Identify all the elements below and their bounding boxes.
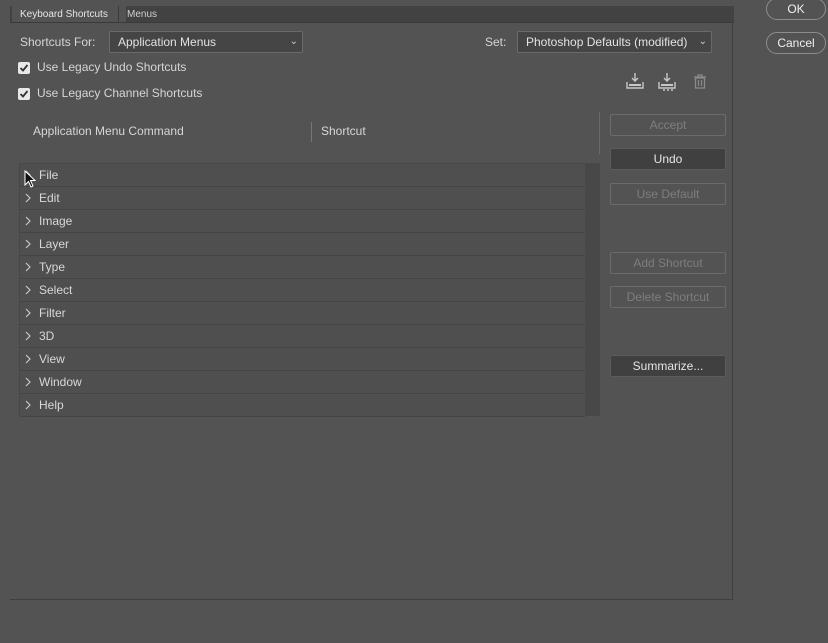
tab-keyboard-shortcuts[interactable]: Keyboard Shortcuts bbox=[12, 6, 126, 22]
column-command-header[interactable]: Application Menu Command bbox=[33, 124, 184, 138]
scrollbar[interactable] bbox=[584, 164, 599, 415]
list-item[interactable]: 3D bbox=[20, 325, 585, 348]
use-default-button[interactable]: Use Default bbox=[610, 183, 726, 205]
list-item-label: Type bbox=[39, 260, 66, 274]
shortcuts-for-label: Shortcuts For: bbox=[20, 35, 96, 49]
summarize-button[interactable]: Summarize... bbox=[610, 355, 726, 377]
tab-menus[interactable]: Menus bbox=[118, 6, 181, 22]
chevron-right-icon[interactable] bbox=[24, 331, 32, 341]
legacy-channel-label: Use Legacy Channel Shortcuts bbox=[37, 86, 203, 100]
chevron-right-icon[interactable] bbox=[24, 262, 32, 272]
list-item[interactable]: Filter bbox=[20, 302, 585, 325]
column-divider[interactable] bbox=[311, 122, 312, 142]
list-item[interactable]: Layer bbox=[20, 233, 585, 256]
set-value: Photoshop Defaults (modified) bbox=[526, 35, 688, 49]
list-item[interactable]: Edit bbox=[20, 187, 585, 210]
chevron-right-icon[interactable] bbox=[24, 400, 32, 410]
tab-bar: Keyboard Shortcuts Menus bbox=[10, 6, 734, 23]
command-list: File Edit Image Layer Type Select Filter… bbox=[19, 163, 600, 417]
chevron-right-icon[interactable] bbox=[24, 308, 32, 318]
trash-icon[interactable] bbox=[690, 72, 710, 92]
list-item-label: Select bbox=[39, 283, 73, 297]
chevron-right-icon[interactable] bbox=[24, 193, 32, 203]
save-set-as-icon[interactable] bbox=[657, 72, 677, 92]
chevron-right-icon[interactable] bbox=[24, 216, 32, 226]
chevron-right-icon[interactable] bbox=[24, 285, 32, 295]
column-header-row: Application Menu Command Shortcut bbox=[19, 118, 599, 146]
legacy-undo-label: Use Legacy Undo Shortcuts bbox=[37, 60, 187, 74]
cancel-button[interactable]: Cancel bbox=[766, 32, 826, 54]
legacy-undo-checkbox[interactable] bbox=[18, 62, 30, 74]
chevron-right-icon[interactable] bbox=[24, 239, 32, 249]
set-label: Set: bbox=[485, 35, 507, 49]
shortcuts-for-dropdown[interactable]: Application Menus ⌄ bbox=[109, 31, 303, 53]
ok-button[interactable]: OK bbox=[766, 0, 826, 20]
chevron-right-icon[interactable] bbox=[24, 354, 32, 364]
list-item-label: Edit bbox=[39, 191, 60, 205]
list-item[interactable]: File bbox=[20, 164, 585, 187]
vertical-divider bbox=[599, 112, 600, 154]
column-shortcut-header[interactable]: Shortcut bbox=[321, 124, 366, 138]
list-item-label: Layer bbox=[39, 237, 70, 251]
list-item-label: Filter bbox=[39, 306, 66, 320]
chevron-right-icon[interactable] bbox=[24, 377, 32, 387]
list-item[interactable]: Help bbox=[20, 394, 585, 417]
list-item-label: Image bbox=[39, 214, 73, 228]
list-item[interactable]: Select bbox=[20, 279, 585, 302]
checkmark-icon bbox=[19, 90, 29, 98]
save-set-icon[interactable] bbox=[625, 72, 645, 92]
chevron-down-icon: ⌄ bbox=[289, 36, 298, 47]
legacy-channel-checkbox[interactable] bbox=[18, 88, 30, 100]
delete-shortcut-button[interactable]: Delete Shortcut bbox=[610, 286, 726, 308]
checkmark-icon bbox=[19, 64, 29, 72]
set-dropdown[interactable]: Photoshop Defaults (modified) ⌄ bbox=[517, 31, 712, 53]
list-item[interactable]: Image bbox=[20, 210, 585, 233]
chevron-down-icon: ⌄ bbox=[698, 36, 707, 47]
shortcuts-for-value: Application Menus bbox=[118, 35, 217, 49]
list-item-label: Help bbox=[39, 398, 64, 412]
list-item-label: File bbox=[39, 168, 59, 182]
undo-button[interactable]: Undo bbox=[610, 148, 726, 170]
list-item[interactable]: Type bbox=[20, 256, 585, 279]
list-item-label: 3D bbox=[39, 329, 55, 343]
list-item-label: Window bbox=[39, 375, 82, 389]
accept-button[interactable]: Accept bbox=[610, 114, 726, 136]
list-item[interactable]: View bbox=[20, 348, 585, 371]
add-shortcut-button[interactable]: Add Shortcut bbox=[610, 252, 726, 274]
mouse-cursor-icon bbox=[24, 170, 36, 188]
list-item-label: View bbox=[39, 352, 65, 366]
list-item[interactable]: Window bbox=[20, 371, 585, 394]
